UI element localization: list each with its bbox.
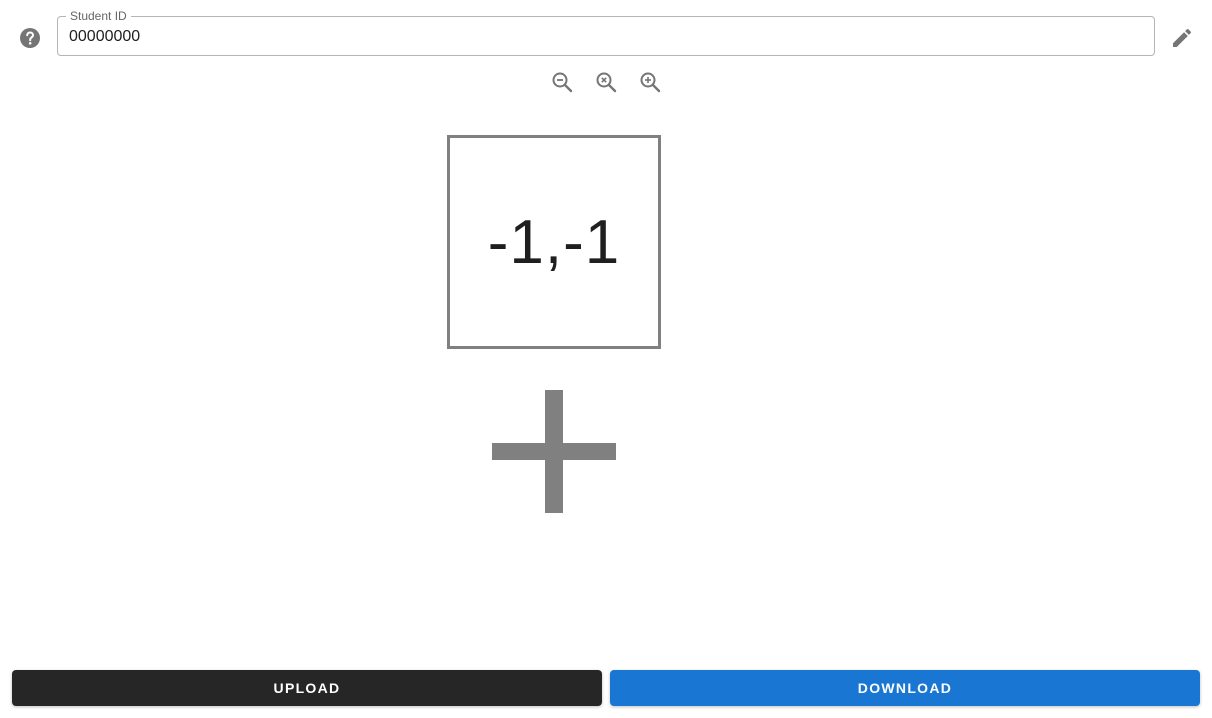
- grid-cell[interactable]: -1,-1: [447, 135, 661, 349]
- zoom-in-icon[interactable]: [638, 70, 662, 94]
- cell-coordinates: -1,-1: [487, 207, 621, 277]
- zoom-reset-icon[interactable]: [594, 70, 618, 94]
- download-button[interactable]: DOWNLOAD: [610, 670, 1200, 706]
- plus-icon[interactable]: [491, 389, 617, 515]
- help-icon[interactable]: [18, 26, 42, 50]
- pencil-icon[interactable]: [1170, 26, 1194, 50]
- zoom-out-icon[interactable]: [550, 70, 574, 94]
- app-root: Student ID -1,-1: [0, 0, 1212, 718]
- student-id-input[interactable]: [69, 26, 1129, 48]
- upload-button[interactable]: UPLOAD: [12, 670, 602, 706]
- student-id-label: Student ID: [66, 10, 131, 22]
- student-id-field: Student ID: [57, 10, 1155, 56]
